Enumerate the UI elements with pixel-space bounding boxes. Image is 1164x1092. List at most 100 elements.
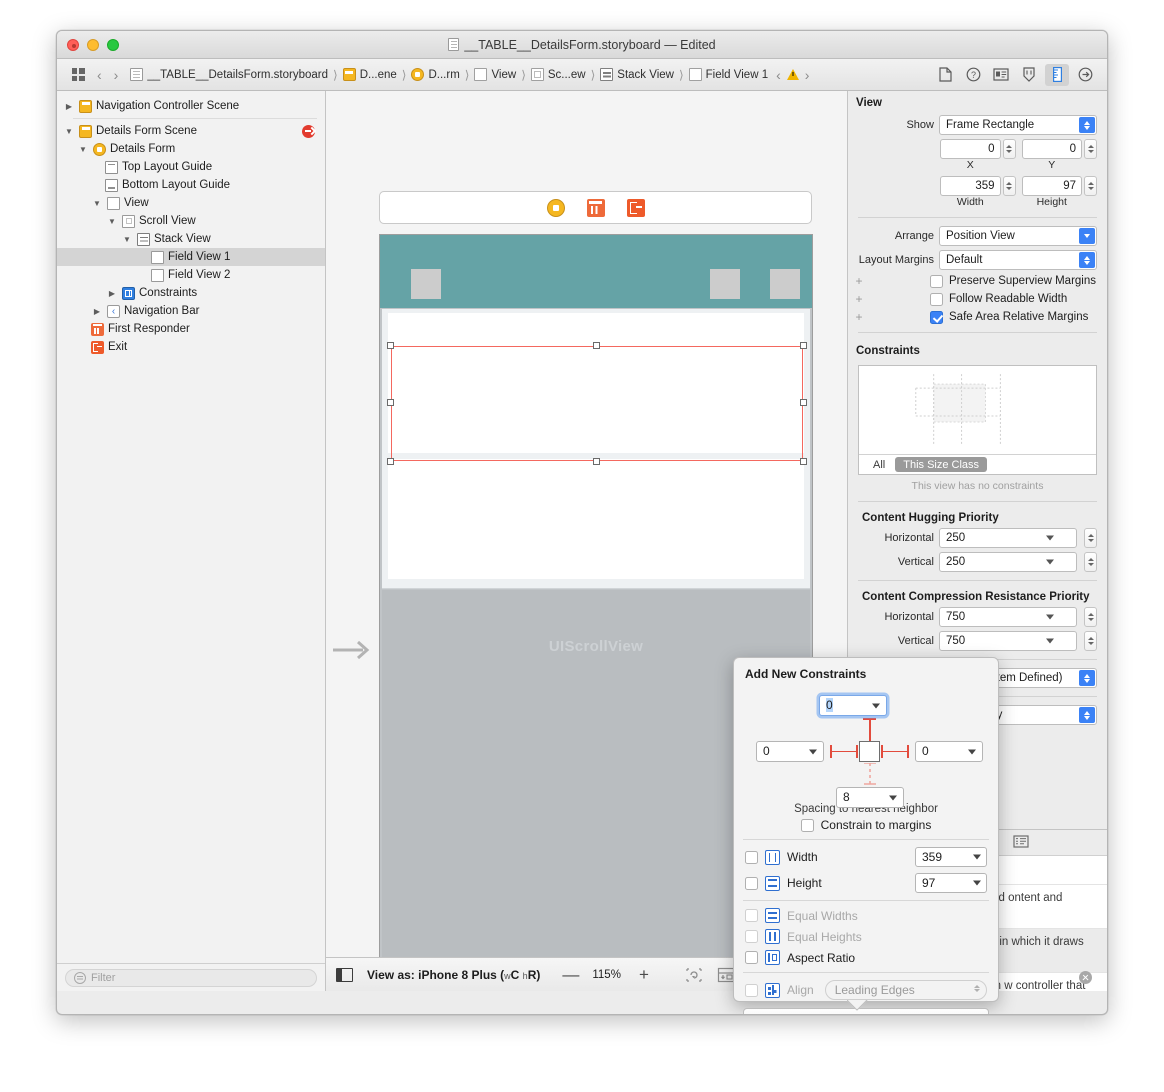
show-select[interactable]: Frame Rectangle	[939, 115, 1097, 135]
height-value-field[interactable]: 97	[915, 873, 987, 893]
compression-vertical-select[interactable]: 750	[939, 631, 1077, 651]
size-inspector-button[interactable]	[1045, 63, 1069, 86]
breadcrumb-item-storyboard[interactable]: __TABLE__DetailsForm.storyboard	[128, 68, 330, 81]
outline-row-field-view-1[interactable]: Field View 1	[57, 248, 325, 266]
outline-row-view[interactable]: ▼ View	[57, 194, 325, 212]
outline-row-top-layout-guide[interactable]: Top Layout Guide	[57, 158, 325, 176]
height-stepper[interactable]	[1084, 176, 1097, 196]
forward-button[interactable]: ›	[108, 67, 125, 83]
issue-next-button[interactable]: ›	[799, 67, 816, 83]
outline-row-bottom-layout-guide[interactable]: Bottom Layout Guide	[57, 176, 325, 194]
quick-help-inspector-button[interactable]: ?	[961, 64, 985, 86]
trailing-spacing-field[interactable]: 0	[915, 741, 983, 762]
close-button[interactable]	[67, 39, 79, 51]
add-variation-icon[interactable]: +	[854, 292, 864, 306]
breadcrumb-item-scrollview[interactable]: Sc...ew	[529, 68, 588, 81]
compression-vertical-stepper[interactable]	[1084, 631, 1097, 651]
preserve-superview-margins-checkbox[interactable]	[930, 274, 943, 288]
tab-media-library[interactable]	[1013, 834, 1029, 851]
file-inspector-button[interactable]	[933, 64, 957, 86]
attributes-inspector-button[interactable]	[1017, 64, 1041, 86]
x-input[interactable]: 0	[940, 139, 1001, 159]
width-stepper[interactable]	[1002, 176, 1016, 196]
zoom-button[interactable]	[107, 39, 119, 51]
constrain-to-margins-checkbox[interactable]	[800, 818, 814, 832]
zoom-in-button[interactable]: +	[637, 966, 651, 983]
exit-icon[interactable]	[626, 198, 645, 217]
disclosure-triangle-icon[interactable]: ▶	[91, 307, 103, 316]
resize-handle-top-right[interactable]	[800, 342, 807, 349]
follow-readable-width-checkbox[interactable]	[930, 292, 943, 306]
add-variation-icon[interactable]: +	[854, 274, 864, 288]
arrange-select[interactable]: Position View	[939, 226, 1097, 246]
constraints-diagram[interactable]	[859, 366, 1096, 454]
outline-row-constraints[interactable]: ▶ Constraints	[57, 284, 325, 302]
disclosure-triangle-icon[interactable]: ▼	[63, 127, 75, 136]
outline-row-scroll-view[interactable]: ▼ Scroll View	[57, 212, 325, 230]
safe-area-relative-margins-checkbox[interactable]	[930, 310, 943, 324]
resize-handle-top-left[interactable]	[387, 342, 394, 349]
y-input[interactable]: 0	[1021, 139, 1082, 159]
leading-spacing-field[interactable]: 0	[756, 741, 824, 762]
width-input[interactable]: 359	[940, 176, 1001, 196]
disclosure-triangle-icon[interactable]: ▶	[106, 289, 118, 298]
toggle-document-outline-button[interactable]	[336, 967, 353, 982]
y-stepper[interactable]	[1084, 139, 1097, 159]
top-spacing-field[interactable]: 0	[819, 695, 887, 716]
outline-row-navigation-controller-scene[interactable]: ▶ Navigation Controller Scene	[57, 97, 325, 115]
view-as-label[interactable]: View as: iPhone 8 Plus (wC hR)	[367, 968, 540, 982]
compression-horizontal-stepper[interactable]	[1084, 607, 1097, 627]
compression-horizontal-select[interactable]: 750	[939, 607, 1077, 627]
constraints-all-button[interactable]: All	[873, 459, 885, 471]
breadcrumb-item-fieldview1[interactable]: Field View 1	[687, 68, 770, 81]
hugging-horizontal-stepper[interactable]	[1084, 528, 1097, 548]
resize-handle-mid-left[interactable]	[387, 399, 394, 406]
resize-handle-bottom-center[interactable]	[593, 458, 600, 465]
outline-row-stack-view[interactable]: ▼ Stack View	[57, 230, 325, 248]
outline-row-details-form[interactable]: ▼ Details Form	[57, 140, 325, 158]
disclosure-triangle-icon[interactable]: ▶	[63, 102, 75, 111]
first-responder-icon[interactable]	[586, 198, 605, 217]
outline-row-navigation-bar[interactable]: ▶ ‹ Navigation Bar	[57, 302, 325, 320]
clear-icon[interactable]	[1079, 971, 1092, 984]
outline-row-exit[interactable]: Exit	[57, 338, 325, 356]
resize-handle-top-center[interactable]	[593, 342, 600, 349]
outline-row-first-responder[interactable]: First Responder	[57, 320, 325, 338]
disclosure-triangle-icon[interactable]: ▼	[106, 217, 118, 226]
zoom-out-button[interactable]: —	[562, 966, 579, 983]
resize-handle-mid-right[interactable]	[800, 399, 807, 406]
view-controller-icon[interactable]	[546, 198, 565, 217]
filter-input[interactable]: Filter	[65, 968, 317, 987]
bottom-spacing-field[interactable]: 8	[836, 787, 904, 808]
breadcrumb-item-view[interactable]: View	[472, 68, 518, 81]
connections-inspector-button[interactable]	[1073, 64, 1097, 86]
outline-row-field-view-2[interactable]: Field View 2	[57, 266, 325, 284]
width-checkbox[interactable]	[745, 850, 758, 864]
minimize-button[interactable]	[87, 39, 99, 51]
resize-handle-bottom-right[interactable]	[800, 458, 807, 465]
back-button[interactable]: ‹	[91, 67, 108, 83]
breadcrumb-item-stackview[interactable]: Stack View	[598, 68, 676, 81]
constraints-this-size-class-button[interactable]: This Size Class	[895, 457, 988, 472]
warning-icon[interactable]	[786, 69, 799, 80]
issue-prev-button[interactable]: ‹	[770, 67, 787, 83]
hugging-vertical-select[interactable]: 250	[939, 552, 1077, 572]
identity-inspector-button[interactable]	[989, 64, 1013, 86]
field-view-2-preview[interactable]	[388, 459, 804, 579]
exit-dot-icon[interactable]	[302, 124, 315, 138]
width-value-field[interactable]: 359	[915, 847, 987, 867]
resize-handle-bottom-left[interactable]	[387, 458, 394, 465]
disclosure-triangle-icon[interactable]: ▼	[77, 145, 89, 154]
breadcrumb-item-viewcontroller[interactable]: D...rm	[409, 68, 461, 81]
x-stepper[interactable]	[1002, 139, 1016, 159]
layout-margins-select[interactable]: Default	[939, 250, 1097, 270]
hugging-vertical-stepper[interactable]	[1084, 552, 1097, 572]
traffic-lights[interactable]	[67, 39, 119, 51]
toggle-navigator-button[interactable]	[65, 64, 91, 86]
breadcrumb-item-scene[interactable]: D...ene	[341, 68, 399, 81]
aspect-ratio-checkbox[interactable]	[745, 951, 758, 964]
height-checkbox[interactable]	[745, 876, 758, 890]
disclosure-triangle-icon[interactable]: ▼	[121, 235, 133, 244]
hugging-horizontal-select[interactable]: 250	[939, 528, 1077, 548]
outline-row-details-form-scene[interactable]: ▼ Details Form Scene	[57, 122, 325, 140]
